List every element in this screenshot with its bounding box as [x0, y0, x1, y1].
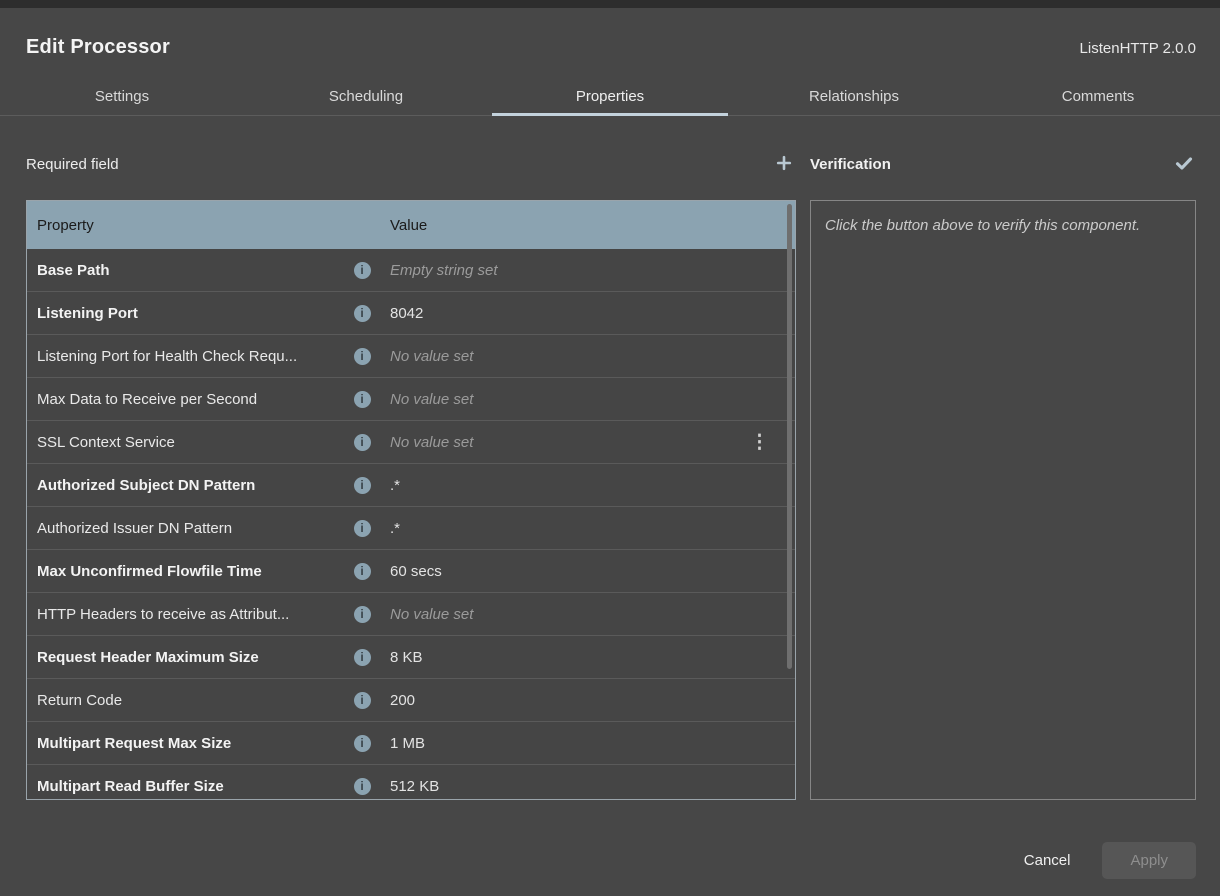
info-icon[interactable]: i — [354, 563, 371, 580]
plus-icon — [776, 155, 792, 174]
property-value: 8 KB — [390, 649, 423, 666]
cancel-button[interactable]: Cancel — [1020, 844, 1075, 877]
info-icon[interactable]: i — [354, 778, 371, 795]
info-icon[interactable]: i — [354, 692, 371, 709]
processor-type-label: ListenHTTP 2.0.0 — [1080, 38, 1196, 60]
info-icon[interactable]: i — [354, 348, 371, 365]
property-name: HTTP Headers to receive as Attribut... — [37, 606, 344, 623]
info-icon[interactable]: i — [354, 520, 371, 537]
property-name: Multipart Request Max Size — [37, 735, 344, 752]
tab-comments[interactable]: Comments — [976, 78, 1220, 115]
property-value: No value set — [390, 348, 473, 365]
tab-settings[interactable]: Settings — [0, 78, 244, 115]
property-value: 200 — [390, 692, 415, 709]
property-row[interactable]: Listening Port for Health Check Requ... i… — [27, 335, 795, 378]
column-header-value: Value — [380, 217, 795, 234]
property-row[interactable]: Max Data to Receive per Second i No value … — [27, 378, 795, 421]
property-value: .* — [390, 520, 400, 537]
property-name: SSL Context Service — [37, 434, 344, 451]
info-icon[interactable]: i — [354, 262, 371, 279]
info-icon[interactable]: i — [354, 391, 371, 408]
verification-label: Verification — [810, 156, 891, 173]
dialog-header: Edit Processor ListenHTTP 2.0.0 — [0, 8, 1220, 60]
info-icon[interactable]: i — [354, 434, 371, 451]
column-header-property: Property — [37, 217, 344, 234]
tab-properties[interactable]: Properties — [488, 78, 732, 115]
property-row[interactable]: Multipart Request Max Size i 1 MB — [27, 722, 795, 765]
property-value: Empty string set — [390, 262, 498, 279]
property-name: Authorized Issuer DN Pattern — [37, 520, 344, 537]
info-icon[interactable]: i — [354, 649, 371, 666]
property-value: 512 KB — [390, 778, 439, 795]
properties-table-header: Property Value — [27, 201, 795, 249]
property-value: No value set — [390, 434, 473, 451]
verification-results-panel: Click the button above to verify this co… — [810, 200, 1196, 800]
property-row[interactable]: HTTP Headers to receive as Attribut... i N… — [27, 593, 795, 636]
properties-table: Property Value Base Path i Empty string se… — [26, 200, 796, 800]
property-value: 60 secs — [390, 563, 442, 580]
info-icon[interactable]: i — [354, 606, 371, 623]
property-name: Listening Port — [37, 305, 344, 322]
property-row[interactable]: Listening Port i 8042 — [27, 292, 795, 335]
apply-button[interactable]: Apply — [1102, 842, 1196, 879]
properties-tab-panel: Required field Property Value Base Path i… — [0, 116, 1220, 800]
info-icon[interactable]: i — [354, 305, 371, 322]
property-value: No value set — [390, 606, 473, 623]
property-row[interactable]: Authorized Issuer DN Pattern i .* — [27, 507, 795, 550]
dialog-title: Edit Processor — [26, 34, 170, 60]
info-icon[interactable]: i — [354, 735, 371, 752]
row-menu-icon[interactable]: ⋮ — [750, 433, 769, 452]
table-scrollbar[interactable] — [787, 204, 792, 669]
check-icon — [1174, 153, 1194, 176]
tab-relationships[interactable]: Relationships — [732, 78, 976, 115]
property-name: Return Code — [37, 692, 344, 709]
properties-section-header: Required field — [26, 152, 796, 176]
property-row[interactable]: Request Header Maximum Size i 8 KB — [27, 636, 795, 679]
property-row[interactable]: SSL Context Service i No value set ⋮ — [27, 421, 795, 464]
property-name: Max Data to Receive per Second — [37, 391, 344, 408]
property-name: Request Header Maximum Size — [37, 649, 344, 666]
verification-section-header: Verification — [810, 152, 1196, 176]
properties-column: Required field Property Value Base Path i… — [26, 116, 796, 800]
property-row[interactable]: Base Path i Empty string set — [27, 249, 795, 292]
property-row[interactable]: Return Code i 200 — [27, 679, 795, 722]
property-name: Base Path — [37, 262, 344, 279]
property-row[interactable]: Max Unconfirmed Flowfile Time i 60 secs — [27, 550, 795, 593]
property-value: 1 MB — [390, 735, 425, 752]
property-row[interactable]: Multipart Read Buffer Size i 512 KB — [27, 765, 795, 800]
property-value: No value set — [390, 391, 473, 408]
property-row[interactable]: Authorized Subject DN Pattern i .* — [27, 464, 795, 507]
dialog-footer: Cancel Apply — [0, 800, 1220, 896]
info-icon[interactable]: i — [354, 477, 371, 494]
properties-table-body: Base Path i Empty string set Listening Port… — [27, 249, 795, 800]
property-name: Max Unconfirmed Flowfile Time — [37, 563, 344, 580]
property-name: Authorized Subject DN Pattern — [37, 477, 344, 494]
property-name: Listening Port for Health Check Requ... — [37, 348, 344, 365]
property-value: 8042 — [390, 305, 423, 322]
verify-button[interactable] — [1172, 152, 1196, 176]
edit-processor-dialog: Edit Processor ListenHTTP 2.0.0 Settings… — [0, 8, 1220, 896]
required-field-label: Required field — [26, 156, 119, 173]
add-property-button[interactable] — [772, 152, 796, 176]
tab-scheduling[interactable]: Scheduling — [244, 78, 488, 115]
tab-bar: SettingsSchedulingPropertiesRelationship… — [0, 78, 1220, 116]
verification-empty-message: Click the button above to verify this co… — [825, 214, 1181, 238]
verification-column: Verification Click the button above to v… — [810, 116, 1196, 800]
property-name: Multipart Read Buffer Size — [37, 778, 344, 795]
property-value: .* — [390, 477, 400, 494]
